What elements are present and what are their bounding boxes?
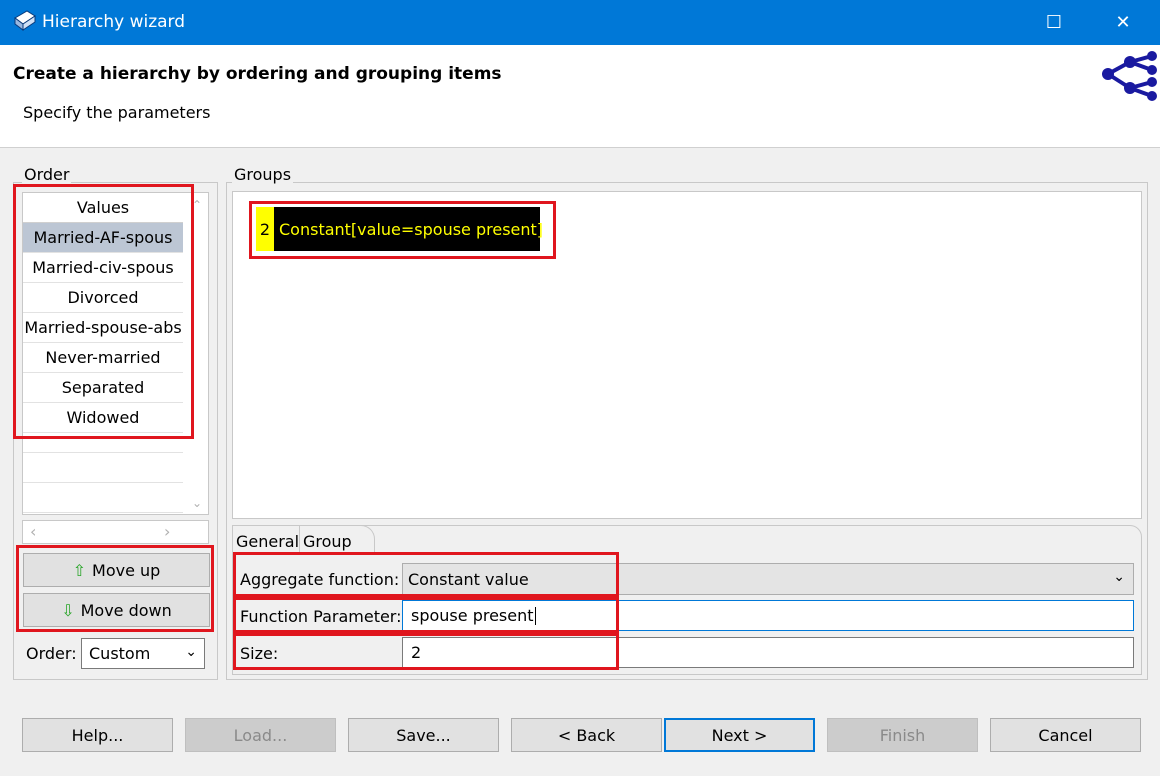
order-group-label: Order [22,165,72,184]
tab-group[interactable]: Group [303,532,352,551]
back-button[interactable]: < Back [511,718,662,752]
chevron-down-icon: ⌄ [185,644,197,660]
finish-button[interactable]: Finish [827,718,978,752]
maximize-icon: ☐ [1045,12,1063,33]
empty-row-divider [23,482,183,483]
wizard-header: Create a hierarchy by ordering and group… [0,45,1160,148]
chevron-down-icon: ⌄ [1113,569,1125,585]
order-select[interactable]: Custom ⌄ [81,638,205,669]
scroll-right-icon[interactable]: › [164,522,170,541]
size-highlight-box [233,633,619,670]
close-button[interactable]: ✕ [1100,0,1146,45]
maximize-button[interactable]: ☐ [1031,0,1077,45]
next-button[interactable]: Next > [664,718,815,752]
cancel-button[interactable]: Cancel [990,718,1141,752]
empty-row-divider [23,452,183,453]
scroll-left-icon[interactable]: ‹ [30,522,36,541]
title-bar: Hierarchy wizard ☐ ✕ [0,0,1160,45]
page-subtitle: Specify the parameters [23,103,211,122]
groups-group-label: Groups [232,165,294,184]
move-buttons-highlight-box [16,545,214,632]
page-title: Create a hierarchy by ordering and group… [13,64,502,84]
close-icon: ✕ [1115,12,1131,33]
window-title: Hierarchy wizard [42,12,186,32]
hierarchy-icon [1100,48,1158,103]
function-param-highlight-box [233,597,619,633]
scroll-down-icon[interactable]: ⌄ [190,496,204,510]
help-button[interactable]: Help... [22,718,173,752]
save-button[interactable]: Save... [348,718,499,752]
load-button[interactable]: Load... [185,718,336,752]
order-select-value: Custom [89,644,151,663]
tab-general[interactable]: General [236,532,299,551]
aggregate-highlight-box [233,552,619,597]
group-highlight-box [249,201,556,259]
horizontal-scrollbar[interactable] [22,520,209,544]
app-icon [13,10,37,32]
order-label: Order: [26,644,77,663]
empty-row-divider [23,512,183,513]
values-highlight-box [13,184,194,439]
